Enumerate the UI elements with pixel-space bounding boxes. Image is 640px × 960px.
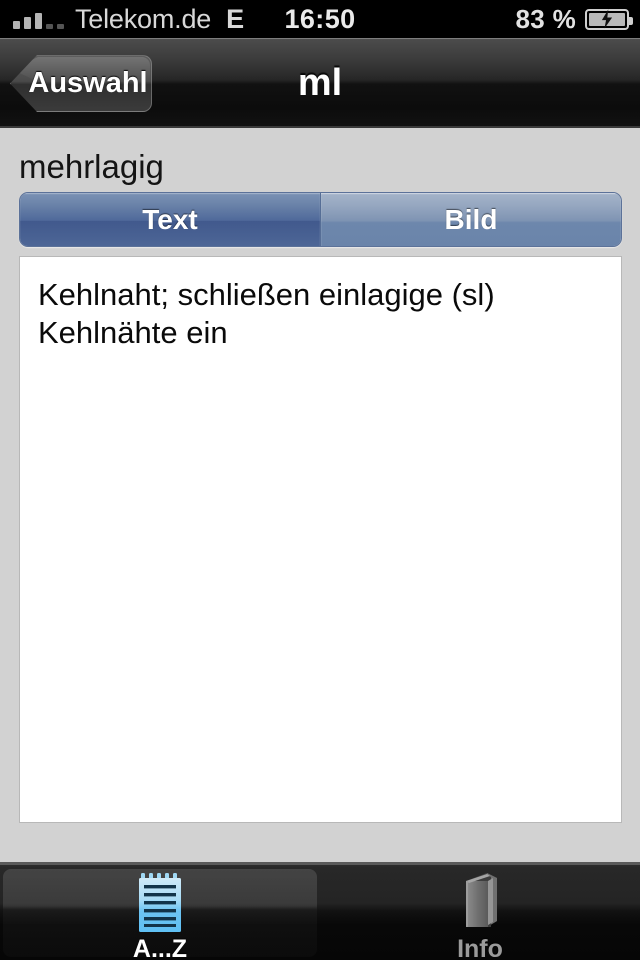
- battery-charging-icon: [585, 8, 633, 30]
- view-mode-segmented-control[interactable]: Text Bild: [19, 192, 622, 247]
- status-bar: Telekom.de E 16:50 83 %: [0, 0, 640, 38]
- definition-text: Kehlnaht; schließen einlagige (sl) Kehln…: [38, 277, 495, 350]
- navigation-bar: Auswahl ml: [0, 38, 640, 128]
- battery-percentage: 83 %: [515, 3, 576, 34]
- tab-bar: A...Z Info: [0, 862, 640, 960]
- status-bar-right: 83 %: [515, 0, 633, 38]
- definition-panel[interactable]: Kehlnaht; schließen einlagige (sl) Kehln…: [19, 256, 622, 823]
- book-icon: [452, 871, 508, 933]
- segment-text-label: Text: [142, 203, 198, 235]
- content-area: mehrlagig Text Bild Kehlnaht; schließen …: [0, 128, 640, 862]
- notepad-icon: [132, 871, 188, 933]
- segment-bild-label: Bild: [444, 203, 498, 235]
- headword-label: mehrlagig: [19, 148, 164, 185]
- tab-info[interactable]: Info: [320, 865, 640, 960]
- tab-az[interactable]: A...Z: [0, 865, 320, 960]
- app-root: Telekom.de E 16:50 83 % Auswahl ml mehrl…: [0, 0, 640, 960]
- segment-text[interactable]: Text: [20, 193, 320, 246]
- page-title: ml: [297, 62, 343, 104]
- tab-info-label: Info: [457, 935, 503, 960]
- segment-bild[interactable]: Bild: [320, 193, 621, 246]
- tab-az-label: A...Z: [132, 935, 188, 960]
